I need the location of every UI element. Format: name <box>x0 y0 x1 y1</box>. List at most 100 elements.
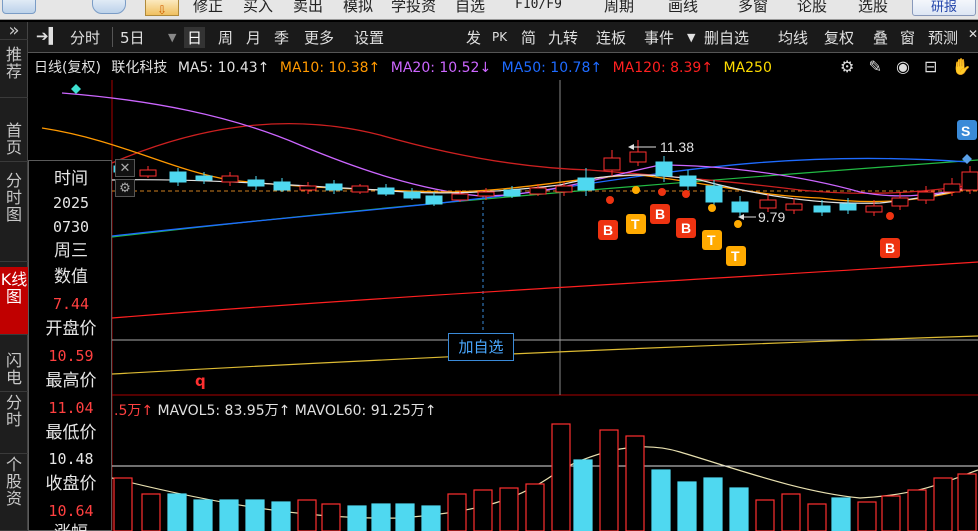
candle-body <box>917 191 935 201</box>
candle-body <box>943 183 961 193</box>
volume-bar <box>781 493 801 531</box>
candle-body <box>813 205 831 213</box>
volume-bar-group <box>113 423 977 531</box>
candle-body <box>705 185 723 203</box>
candle-body <box>629 151 647 163</box>
signal-dot <box>658 188 666 196</box>
candle-body <box>451 193 469 201</box>
gear-icon[interactable]: ⚙ <box>840 57 854 76</box>
low-value: 10.48 <box>48 450 94 468</box>
add-watchlist-button[interactable]: 加自选 <box>448 333 514 361</box>
high-arrow-head-icon <box>628 144 634 150</box>
volume-bar <box>599 429 619 531</box>
volume-bar <box>499 487 519 531</box>
volume-bar <box>755 499 775 531</box>
candle-body <box>529 187 547 195</box>
open-value: 10.59 <box>48 347 94 365</box>
candle-body <box>555 185 573 193</box>
q-marker: q <box>195 372 206 390</box>
kline-chart[interactable]: 11.38 9.79 B TBBTT B S <box>0 0 978 531</box>
candle-body <box>325 183 343 191</box>
candle-body <box>139 169 157 177</box>
ma20-value: MA20: 10.52↓ <box>390 60 492 76</box>
ma-legend: 日线(复权) 联化科技 MA5: 10.43↑ MA10: 10.38↑ MA2… <box>34 57 978 79</box>
open-label: 开盘价 <box>45 319 97 339</box>
sell-signal-label: S <box>961 123 970 139</box>
volume-bar <box>957 473 977 531</box>
candle-body <box>169 171 187 183</box>
low-arrow-head-icon <box>738 214 744 220</box>
value-label: 数值 <box>54 267 88 287</box>
volume-bar <box>525 483 545 531</box>
value-number: 7.44 <box>52 295 90 313</box>
volume-bar <box>141 493 161 531</box>
ma5-value: MA5: 10.43↑ <box>177 60 270 76</box>
signal-badge-label: T <box>707 232 716 248</box>
cyan-diamond-icon <box>71 84 81 94</box>
ma120-line <box>111 261 978 319</box>
close-label: 收盘价 <box>45 474 97 494</box>
signal-badge-group: B TBBTT B <box>598 186 900 266</box>
low-label: 最低价 <box>45 423 97 443</box>
candle-body <box>603 157 621 171</box>
legend-tools: ⚙ ✎ ◉ ⊟ ✋ <box>840 57 978 76</box>
panel-settings-gear-icon[interactable]: ⚙ <box>115 179 135 197</box>
lock-icon[interactable]: ⊟ <box>924 57 937 76</box>
volume-bar <box>831 497 851 531</box>
change-label: 涨幅 <box>29 523 113 531</box>
volume-bar <box>933 477 953 531</box>
volume-bar <box>907 489 927 531</box>
volume-bar <box>551 423 571 531</box>
signal-badge-label: B <box>603 222 613 238</box>
ma10-value: MA10: 10.38↑ <box>279 60 381 76</box>
candle-body <box>865 205 883 213</box>
candle-body <box>839 203 857 211</box>
year-value: 2025 <box>52 194 90 212</box>
volume-bar <box>321 503 341 531</box>
signal-badge-label: T <box>631 216 640 232</box>
volume-bar <box>447 493 467 531</box>
candle-body <box>577 177 595 191</box>
signal-badge-label: T <box>731 248 740 264</box>
candle-body <box>351 185 369 193</box>
hand-icon[interactable]: ✋ <box>952 57 972 76</box>
candle-body <box>299 185 317 191</box>
high-label: 最高价 <box>45 371 97 391</box>
period-label[interactable]: 日线(复权) <box>34 57 101 77</box>
ma120-value: MA120: 8.39↑ <box>612 60 714 76</box>
ma250-value: MA250 <box>723 60 772 76</box>
close-value: 10.64 <box>48 502 94 520</box>
eye-icon[interactable]: ◉ <box>896 57 910 76</box>
high-price-label: 11.38 <box>660 139 694 155</box>
volume-bar <box>395 503 415 531</box>
candle-body <box>221 175 239 183</box>
price-info-panel: ✕ ⚙ 时间 2025 0730 周三 数值 7.44 开盘价 10.59 最高… <box>28 159 135 531</box>
signal-dot <box>708 204 716 212</box>
pen-icon[interactable]: ✎ <box>868 57 881 76</box>
signal-dot <box>886 212 894 220</box>
candle-body <box>247 179 265 187</box>
volume-bar <box>703 477 723 531</box>
volume-bar <box>193 499 213 531</box>
weekday-value: 周三 <box>54 241 88 261</box>
candle-body <box>477 191 495 197</box>
volume-bar <box>857 501 877 531</box>
volume-bar <box>881 495 901 531</box>
volume-bar <box>651 469 671 531</box>
volume-bar <box>573 459 593 531</box>
volume-bar <box>219 499 239 531</box>
candle-body <box>403 191 421 199</box>
close-panel-icon[interactable]: ✕ <box>115 159 135 177</box>
volume-bar <box>271 501 291 531</box>
candle-body <box>731 201 749 213</box>
date-value: 0730 <box>52 218 90 236</box>
volume-bar <box>245 499 265 531</box>
mavol60-value: MAVOL60: 91.25万↑ <box>294 403 437 419</box>
volume-prefix: .5万↑ <box>114 403 154 419</box>
candle-body <box>759 199 777 209</box>
ma250-line <box>111 335 978 375</box>
volume-bar <box>347 505 367 531</box>
volume-bar <box>167 493 187 531</box>
ma50-value: MA50: 10.78↑ <box>501 60 603 76</box>
signal-badge-label: B <box>655 206 665 222</box>
